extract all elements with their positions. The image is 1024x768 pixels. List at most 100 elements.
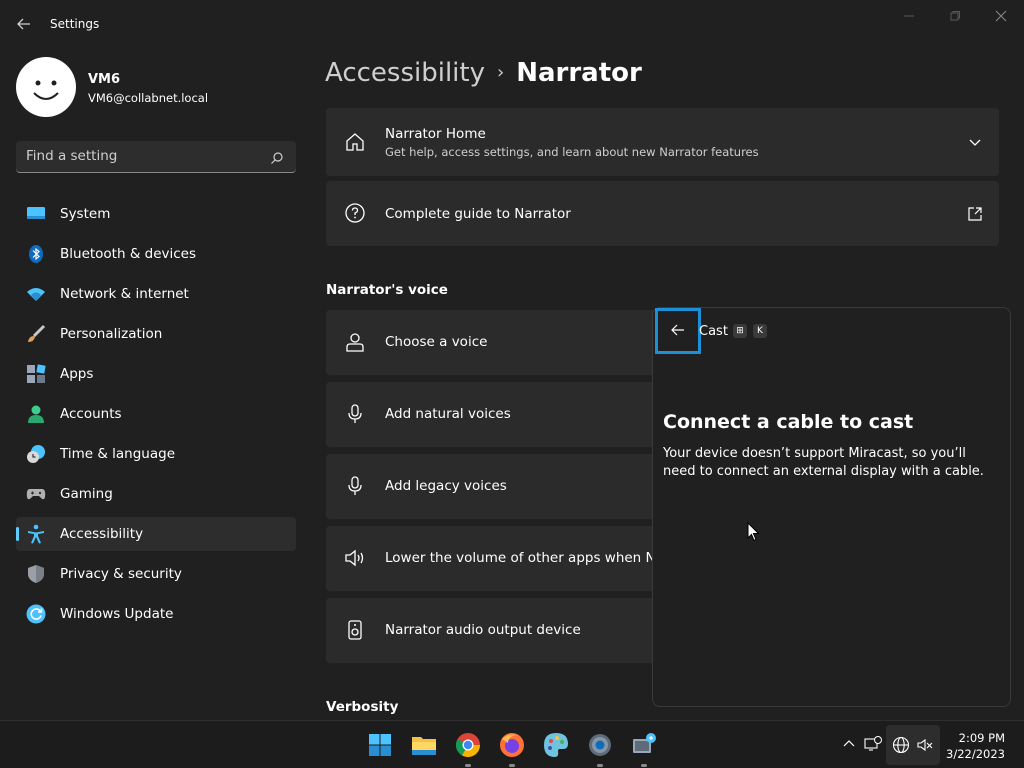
window-title: Settings xyxy=(50,17,100,31)
paint-button[interactable] xyxy=(542,731,570,759)
card-title: Narrator Home xyxy=(385,126,486,142)
display-sync-icon[interactable] xyxy=(864,735,882,753)
sidebar-item-label: Network & internet xyxy=(60,286,189,302)
speaker-muted-icon xyxy=(916,736,934,754)
user-email: VM6@collabnet.local xyxy=(88,91,209,105)
avatar[interactable] xyxy=(16,57,76,117)
wifi-icon xyxy=(26,284,46,304)
clock-date[interactable]: 3/22/2023 xyxy=(946,747,1005,761)
chrome-icon xyxy=(455,733,480,758)
mouse-pointer-icon xyxy=(747,521,761,546)
sidebar-item-time-language[interactable]: Time & language xyxy=(16,437,296,471)
firefox-icon xyxy=(500,733,524,757)
sidebar-item-label: Accounts xyxy=(60,406,122,422)
close-icon xyxy=(995,10,1007,22)
speaker-icon xyxy=(344,547,366,569)
shield-icon xyxy=(26,564,46,584)
sidebar-item-label: Accessibility xyxy=(60,526,144,542)
user-name: VM6 xyxy=(88,72,121,87)
microphone-icon xyxy=(344,475,366,497)
microphone-icon xyxy=(344,403,366,425)
paintbrush-icon xyxy=(26,324,46,344)
narrator-guide-card[interactable]: Complete guide to Narrator xyxy=(326,181,999,246)
card-title: Lower the volume of other apps when Narr… xyxy=(385,550,684,566)
minimize-icon xyxy=(904,15,914,17)
clock-globe-icon xyxy=(26,444,46,464)
k-key-keycap: K xyxy=(753,324,767,338)
breadcrumb-separator: › xyxy=(497,62,505,83)
update-icon xyxy=(26,604,46,624)
running-indicator xyxy=(465,764,471,767)
windows-key-keycap: ⊞ xyxy=(733,324,747,338)
flyout-title: Cast xyxy=(699,324,728,339)
chevron-up-icon[interactable] xyxy=(840,735,858,753)
flyout-heading: Connect a cable to cast xyxy=(663,411,914,433)
accessibility-icon xyxy=(26,524,46,544)
home-icon xyxy=(344,131,366,153)
sidebar-item-accounts[interactable]: Accounts xyxy=(16,397,296,431)
sidebar-item-label: Personalization xyxy=(60,326,163,342)
sidebar-item-accessibility[interactable]: Accessibility xyxy=(16,517,296,551)
apps-icon xyxy=(26,364,46,384)
sidebar-item-label: System xyxy=(60,206,111,222)
page-title: Narrator xyxy=(516,58,642,88)
taskbar: 2:09 PM 3/22/2023 xyxy=(0,720,1024,768)
remote-desktop-icon xyxy=(633,733,656,753)
gear-icon xyxy=(589,734,611,756)
sidebar-item-bluetooth[interactable]: Bluetooth & devices xyxy=(16,237,296,271)
card-title: Add natural voices xyxy=(385,406,511,422)
sidebar-item-label: Gaming xyxy=(60,486,113,502)
card-title: Complete guide to Narrator xyxy=(385,206,571,222)
sidebar-item-network[interactable]: Network & internet xyxy=(16,277,296,311)
back-arrow-icon[interactable] xyxy=(14,14,34,34)
section-heading: Verbosity xyxy=(326,699,399,715)
card-subtitle: Get help, access settings, and learn abo… xyxy=(385,145,759,159)
sidebar-item-personalization[interactable]: Personalization xyxy=(16,317,296,351)
close-button[interactable] xyxy=(978,6,1024,28)
flyout-body: Your device doesn’t support Miracast, so… xyxy=(663,446,984,479)
person-icon xyxy=(344,331,366,353)
maximize-button[interactable] xyxy=(932,6,978,28)
breadcrumb: Accessibility › Narrator xyxy=(325,58,642,88)
sidebar-item-system[interactable]: System xyxy=(16,197,296,231)
running-indicator xyxy=(509,764,515,767)
accounts-icon xyxy=(26,404,46,424)
back-arrow-icon xyxy=(671,324,684,336)
network-volume-button[interactable] xyxy=(886,725,940,765)
cast-flyout: Cast ⊞ K Connect a cable to cast Your de… xyxy=(652,307,1011,707)
breadcrumb-parent[interactable]: Accessibility xyxy=(325,58,485,88)
sidebar-item-apps[interactable]: Apps xyxy=(16,357,296,391)
minimize-button[interactable] xyxy=(886,6,932,28)
chrome-button[interactable] xyxy=(454,731,482,767)
search-box[interactable]: Find a setting xyxy=(16,141,296,173)
active-indicator xyxy=(16,527,19,541)
running-indicator xyxy=(597,764,603,767)
card-title: Choose a voice xyxy=(385,334,488,350)
sidebar-item-label: Time & language xyxy=(60,446,176,462)
sidebar-item-windows-update[interactable]: Windows Update xyxy=(16,597,296,631)
search-icon[interactable] xyxy=(270,150,284,169)
sidebar-item-privacy[interactable]: Privacy & security xyxy=(16,557,296,591)
search-input[interactable]: Find a setting xyxy=(26,148,117,164)
clock-time[interactable]: 2:09 PM xyxy=(959,731,1005,745)
windows-logo-icon xyxy=(369,734,391,756)
sidebar-item-label: Apps xyxy=(60,366,94,382)
flyout-back-button[interactable] xyxy=(655,308,701,354)
settings-button[interactable] xyxy=(586,731,614,767)
sidebar-item-label: Windows Update xyxy=(60,606,174,622)
sidebar-item-gaming[interactable]: Gaming xyxy=(16,477,296,511)
maximize-icon xyxy=(950,11,960,21)
start-button[interactable] xyxy=(366,731,394,759)
chevron-down-icon[interactable] xyxy=(967,134,983,150)
system-icon xyxy=(26,204,46,224)
file-explorer-button[interactable] xyxy=(410,731,438,759)
bluetooth-icon xyxy=(26,244,46,264)
open-external-icon[interactable] xyxy=(967,206,983,222)
narrator-home-card[interactable]: Narrator Home Get help, access settings,… xyxy=(326,108,999,176)
smiley-face-icon xyxy=(33,80,59,100)
firefox-button[interactable] xyxy=(498,731,526,767)
card-title: Add legacy voices xyxy=(385,478,507,494)
remote-desktop-button[interactable] xyxy=(630,731,658,767)
gamepad-icon xyxy=(26,484,46,504)
help-circle-icon xyxy=(344,202,366,224)
